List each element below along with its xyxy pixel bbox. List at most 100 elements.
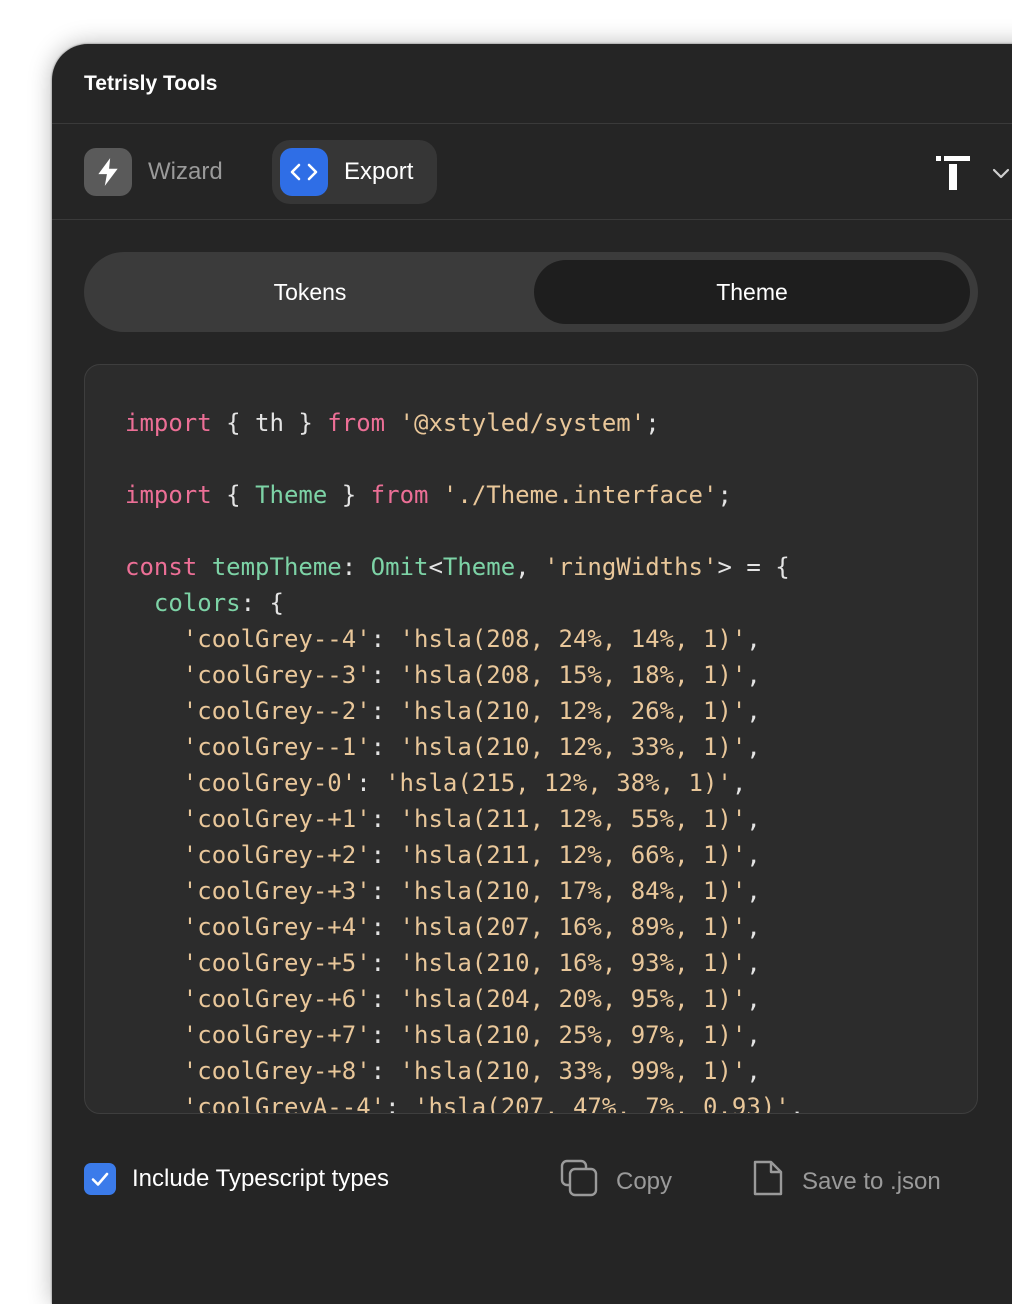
code-token: ;: [717, 481, 732, 509]
footer: Include Typescript types Copy Save to .j…: [52, 1139, 1012, 1219]
code-token: 'hsla(215, 12%, 38%, 1)': [385, 769, 732, 797]
code-token: 'hsla(208, 24%, 14%, 1)': [399, 625, 747, 653]
code-token: ,: [746, 949, 761, 977]
code-line: 'coolGrey-+8': 'hsla(210, 33%, 99%, 1)',: [125, 1053, 977, 1089]
save-json-button[interactable]: Save to .json: [752, 1159, 941, 1204]
app-title: Tetrisly Tools: [84, 72, 218, 95]
code-icon: [280, 148, 328, 196]
code-token: 'coolGrey--2': [182, 697, 371, 725]
code-token: ,: [746, 841, 761, 869]
code-line: 'coolGrey-+3': 'hsla(210, 17%, 84%, 1)',: [125, 873, 977, 909]
code-token: 'hsla(210, 12%, 33%, 1)': [399, 733, 747, 761]
code-token: :: [370, 661, 400, 689]
code-line: colors: {: [125, 585, 977, 621]
code-token: tempTheme: [211, 553, 342, 581]
code-token: colors: [153, 589, 241, 617]
code-token: 'hsla(210, 12%, 26%, 1)': [399, 697, 747, 725]
code-token: 'ringWidths': [544, 553, 718, 581]
code-token: :: [370, 625, 400, 653]
code-token: ,: [746, 913, 761, 941]
code-token: ,: [746, 805, 761, 833]
code-token: 'coolGrey--3': [182, 661, 371, 689]
chevron-down-icon[interactable]: [990, 162, 1012, 184]
code-token: ,: [746, 985, 761, 1013]
code-line: 'coolGreyA--4': 'hsla(207, 47%, 7%, 0.93…: [125, 1089, 977, 1114]
code-token: :: [385, 1093, 414, 1114]
code-token: ,: [746, 1057, 761, 1085]
export-label: Export: [344, 158, 414, 185]
lightning-icon: [84, 148, 132, 196]
include-types-toggle[interactable]: Include Typescript types: [84, 1163, 389, 1195]
code-token: 'hsla(208, 15%, 18%, 1)': [399, 661, 747, 689]
code-token: :: [370, 1021, 400, 1049]
code-token: > = {: [717, 553, 790, 581]
code-token: 'coolGrey-+7': [182, 1021, 371, 1049]
code-token: 'coolGrey-+2': [182, 841, 371, 869]
code-token: 'hsla(210, 17%, 84%, 1)': [399, 877, 747, 905]
code-token: 'hsla(210, 33%, 99%, 1)': [399, 1057, 747, 1085]
code-line: const tempTheme: Omit<Theme, 'ringWidths…: [125, 549, 977, 585]
save-json-label: Save to .json: [802, 1167, 941, 1195]
code-token: :: [370, 985, 400, 1013]
export-button[interactable]: Export: [272, 140, 438, 204]
code-line: 'coolGrey--4': 'hsla(208, 24%, 14%, 1)',: [125, 621, 977, 657]
code-token: 'coolGrey--1': [182, 733, 371, 761]
code-line: import { Theme } from './Theme.interface…: [125, 477, 977, 513]
code-token: ,: [746, 697, 761, 725]
code-token: 'coolGrey-+5': [182, 949, 371, 977]
code-token: <: [428, 553, 443, 581]
code-token: :: [370, 805, 400, 833]
code-token: 'coolGrey--4': [182, 625, 371, 653]
code-token: : {: [240, 589, 284, 617]
app-window: Tetrisly Tools Wizard Export Tokens Them…: [52, 44, 1012, 1304]
code-token: const: [125, 553, 198, 581]
code-token: 'hsla(210, 25%, 97%, 1)': [399, 1021, 747, 1049]
code-line: 'coolGrey-+5': 'hsla(210, 16%, 93%, 1)',: [125, 945, 977, 981]
code-token: 'coolGrey-+6': [182, 985, 371, 1013]
code-token: :: [370, 949, 400, 977]
code-token: {: [211, 481, 256, 509]
code-token: 'hsla(211, 12%, 55%, 1)': [399, 805, 747, 833]
code-token: :: [341, 553, 371, 581]
code-token: 'coolGreyA--4': [182, 1093, 386, 1114]
code-token: 'coolGrey-0': [182, 769, 357, 797]
code-token: ,: [746, 733, 761, 761]
code-token: { th }: [211, 409, 328, 437]
code-token: 'hsla(207, 47%, 7%, 0.93)': [414, 1093, 790, 1114]
tab-tokens[interactable]: Tokens: [92, 260, 528, 324]
code-token: from: [370, 481, 429, 509]
copy-button[interactable]: Copy: [560, 1159, 672, 1204]
code-token: Theme: [255, 481, 328, 509]
code-token: 'hsla(207, 16%, 89%, 1)': [399, 913, 747, 941]
code-token: Theme: [442, 553, 516, 581]
code-token: ,: [746, 661, 761, 689]
code-token: :: [370, 841, 400, 869]
code-token: 'coolGrey-+3': [182, 877, 371, 905]
copy-label: Copy: [616, 1167, 673, 1195]
wizard-button[interactable]: Wizard: [74, 140, 233, 204]
code-line: 'coolGrey-+7': 'hsla(210, 25%, 97%, 1)',: [125, 1017, 977, 1053]
code-token: import: [125, 481, 212, 509]
code-token: :: [370, 733, 400, 761]
code-preview[interactable]: import { th } from '@xstyled/system'; imp…: [84, 364, 978, 1114]
file-icon: [752, 1159, 784, 1204]
code-token: 'coolGrey-+1': [182, 805, 371, 833]
tab-theme[interactable]: Theme: [534, 260, 970, 324]
code-token: ,: [746, 625, 761, 653]
code-token: 'hsla(211, 12%, 66%, 1)': [399, 841, 747, 869]
code-token: 'hsla(204, 20%, 95%, 1)': [399, 985, 747, 1013]
tetrisly-logo-icon[interactable]: [936, 156, 970, 190]
checkbox-checked-icon[interactable]: [84, 1163, 116, 1195]
